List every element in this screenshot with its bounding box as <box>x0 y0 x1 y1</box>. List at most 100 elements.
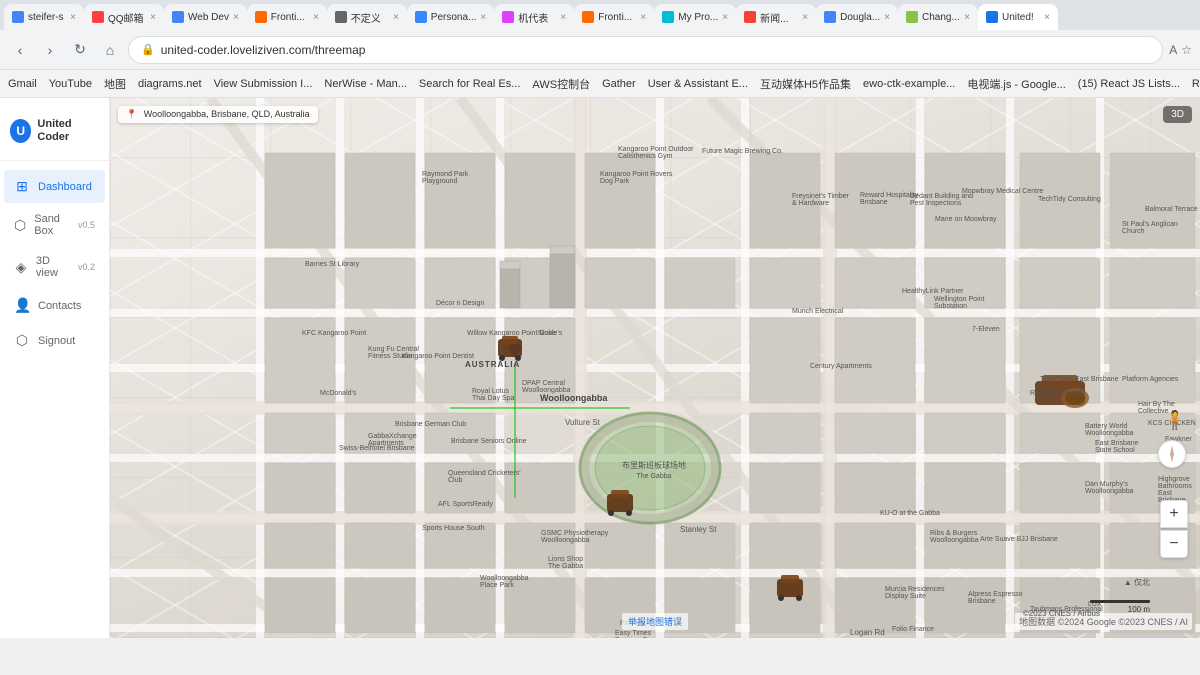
tab-close-icon[interactable]: × <box>480 12 486 23</box>
tab-fronti2[interactable]: Fronti... × <box>574 4 654 30</box>
bookmark-resume[interactable]: Resume Now <box>1192 78 1200 90</box>
tab-close-icon[interactable]: × <box>393 12 399 23</box>
bookmark-ewo[interactable]: ewo-ctk-example... <box>863 78 955 90</box>
bookmark-gather[interactable]: Gather <box>602 78 636 90</box>
sandbox-label: Sand Box <box>34 213 70 237</box>
tab-mypro[interactable]: My Pro... × <box>654 4 736 30</box>
sidebar-nav: ⊞ Dashboard ⬡ Sand Box v0.5 ◈ 3D view v0… <box>0 161 109 358</box>
tab-webdev[interactable]: Web Dev × <box>164 4 247 30</box>
tab-favicon <box>12 11 24 23</box>
tab-douglas[interactable]: Dougla... × <box>816 4 898 30</box>
tab-label: Dougla... <box>840 12 880 23</box>
bookmark-maps[interactable]: 地图 <box>104 76 126 92</box>
bookmark-media[interactable]: 互动媒体H5作品集 <box>760 76 851 92</box>
url-text: united-coder.loveliziven.com/threemap <box>161 43 366 57</box>
tab-close-icon[interactable]: × <box>150 12 156 23</box>
tab-label: Web Dev <box>188 12 229 23</box>
tab-favicon <box>986 11 998 23</box>
tab-close-icon[interactable]: × <box>313 12 319 23</box>
tab-close-icon[interactable]: × <box>1044 12 1050 23</box>
sidebar-logo: U United Coder <box>0 106 109 161</box>
bookmark-gmail[interactable]: Gmail <box>8 78 37 90</box>
tab-favicon <box>502 11 514 23</box>
tab-favicon <box>906 11 918 23</box>
bookmark-view-submission[interactable]: View Submission I... <box>214 78 313 90</box>
tab-label: United! <box>1002 12 1034 23</box>
map-type-badge: 3D <box>1163 106 1192 123</box>
map-3d[interactable]: Woolloongabba 布里斯班板球场地The Gabba Stanley … <box>110 98 1200 638</box>
url-bar[interactable]: 🔒 united-coder.loveliziven.com/threemap <box>128 36 1163 64</box>
bookmark-youtube[interactable]: YouTube <box>49 78 92 90</box>
tab-close-icon[interactable]: × <box>560 12 566 23</box>
tab-close-icon[interactable]: × <box>722 12 728 23</box>
sidebar-item-contacts[interactable]: 👤 Contacts <box>4 289 105 322</box>
forward-button[interactable]: › <box>38 38 62 62</box>
tab-close-icon[interactable]: × <box>964 12 970 23</box>
tab-active[interactable]: United! × <box>978 4 1058 30</box>
tab-close-icon[interactable]: × <box>233 12 239 23</box>
tab-label: QQ邮箱 <box>108 10 144 25</box>
dashboard-icon: ⊞ <box>14 178 30 195</box>
tab-favicon <box>824 11 836 23</box>
tab-label: Persona... <box>431 12 477 23</box>
tab-chang[interactable]: Chang... × <box>898 4 978 30</box>
zoom-out-button[interactable]: − <box>1160 530 1188 558</box>
bookmark-real-estate[interactable]: Search for Real Es... <box>419 78 521 90</box>
tab-fronti1[interactable]: Fronti... × <box>247 4 327 30</box>
bookmark-diagrams[interactable]: diagrams.net <box>138 78 202 90</box>
logo-icon: U <box>10 119 31 143</box>
sidebar-item-3dview[interactable]: ◈ 3D view v0.2 <box>4 247 105 287</box>
tab-qq[interactable]: QQ邮箱 × <box>84 4 164 30</box>
dashboard-label: Dashboard <box>38 181 92 193</box>
tab-undefined[interactable]: 不定义 × <box>327 4 407 30</box>
tab-close-icon[interactable]: × <box>802 12 808 23</box>
contacts-label: Contacts <box>38 300 81 312</box>
sidebar-item-dashboard[interactable]: ⊞ Dashboard <box>4 170 105 203</box>
tab-favicon <box>255 11 267 23</box>
map-location-marker: 📍 Woolloongabba, Brisbane, QLD, Australi… <box>118 106 318 123</box>
bookmark-aws[interactable]: AWS控制台 <box>532 76 590 92</box>
tab-favicon <box>335 11 347 23</box>
sandbox-icon: ⬡ <box>14 217 26 234</box>
tab-close-icon[interactable]: × <box>884 12 890 23</box>
tab-label: Fronti... <box>271 12 305 23</box>
tab-label: 新闻... <box>760 10 788 25</box>
bookmark-react[interactable]: (15) React JS Lists... <box>1078 78 1180 90</box>
map-container[interactable]: Woolloongabba 布里斯班板球场地The Gabba Stanley … <box>110 98 1200 638</box>
contacts-icon: 👤 <box>14 297 30 314</box>
zoom-in-button[interactable]: + <box>1160 500 1188 528</box>
tab-label: Chang... <box>922 12 960 23</box>
tab-favicon <box>744 11 756 23</box>
tab-favicon <box>92 11 104 23</box>
tab-steifer[interactable]: steifer-s × <box>4 4 84 30</box>
compass-button[interactable] <box>1158 440 1186 468</box>
sidebar: U United Coder ⊞ Dashboard ⬡ Sand Box v0… <box>0 98 110 638</box>
street-view-button[interactable]: 🧍 <box>1163 410 1187 438</box>
bookmark-nerwise[interactable]: NerWise - Man... <box>324 78 407 90</box>
map-scale-indicator: ▲ 仅北 <box>1124 577 1150 588</box>
bookmark-tv[interactable]: 电视端.js - Google... <box>967 76 1065 92</box>
tab-close-icon[interactable]: × <box>640 12 646 23</box>
extensions-area: A ☆ <box>1169 43 1192 57</box>
signout-label: Signout <box>38 335 75 347</box>
tab-persona[interactable]: Persona... × <box>407 4 494 30</box>
tab-favicon <box>662 11 674 23</box>
back-button[interactable]: ‹ <box>8 38 32 62</box>
app-layout: U United Coder ⊞ Dashboard ⬡ Sand Box v0… <box>0 98 1200 638</box>
translate-icon[interactable]: A <box>1169 43 1177 57</box>
bookmark-user-assistant[interactable]: User & Assistant E... <box>648 78 748 90</box>
tab-news1[interactable]: 新闻... × <box>736 4 816 30</box>
streets-overlay <box>110 98 1200 638</box>
tab-favicon <box>172 11 184 23</box>
sidebar-item-sandbox[interactable]: ⬡ Sand Box v0.5 <box>4 205 105 245</box>
3dview-icon: ◈ <box>14 259 28 276</box>
tab-close-icon[interactable]: × <box>70 12 76 23</box>
signout-icon: ⬡ <box>14 332 30 349</box>
tab-bar: steifer-s × QQ邮箱 × Web Dev × Fronti... ×… <box>0 0 1200 30</box>
home-button[interactable]: ⌂ <box>98 38 122 62</box>
reload-button[interactable]: ↻ <box>68 38 92 62</box>
bookmark-icon[interactable]: ☆ <box>1181 43 1192 57</box>
sidebar-item-signout[interactable]: ⬡ Signout <box>4 324 105 357</box>
report-error-link[interactable]: 举报地图错误 <box>622 613 688 630</box>
tab-jidai[interactable]: 机代表 × <box>494 4 574 30</box>
